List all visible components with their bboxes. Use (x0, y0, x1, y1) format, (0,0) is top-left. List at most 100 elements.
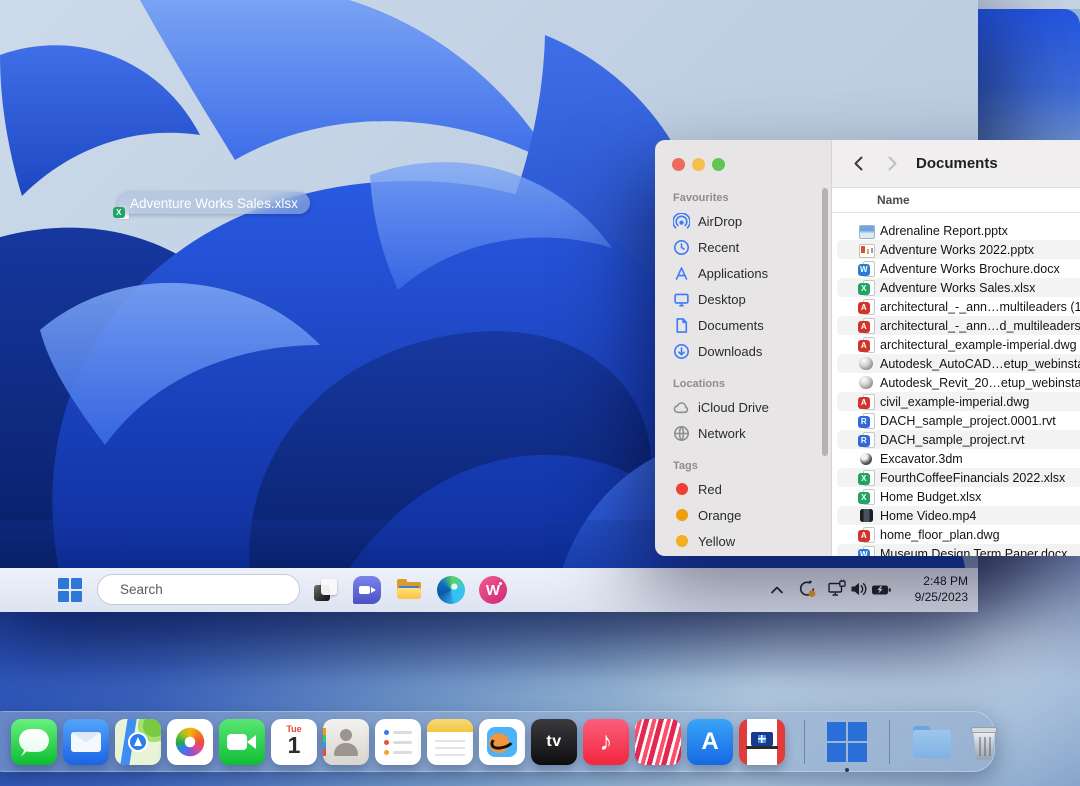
file-row[interactable]: WAdventure Works Brochure.docx (832, 259, 1080, 278)
file-row[interactable]: Aarchitectural_-_ann…d_multileaders (832, 316, 1080, 335)
file-row[interactable]: X FourthCoffeeFinancials 2022.xlsx (832, 468, 1080, 487)
file-row[interactable]: WMuseum Design Term Paper.docx (832, 544, 1080, 556)
file-explorer-button[interactable] (395, 576, 423, 604)
file-row[interactable]: Acivil_example-imperial.dwg (832, 392, 1080, 411)
finder-content: Documents Name Adrenaline Report.pptxAdv… (831, 140, 1080, 556)
sidebar-scrollbar[interactable] (822, 188, 828, 456)
sidebar-item-airdrop[interactable]: AirDrop (655, 208, 831, 234)
sidebar-section-tags: Tags (655, 460, 831, 472)
tray-network-icon[interactable] (827, 579, 847, 604)
dock-item-parallels-desktop[interactable] (739, 719, 785, 765)
back-button[interactable] (850, 154, 870, 174)
search-input[interactable] (118, 581, 299, 598)
dwg-file-icon: A (858, 394, 874, 410)
file-name: DACH_sample_project.rvt (880, 433, 1025, 447)
sidebar-item-applications[interactable]: Applications (655, 260, 831, 286)
maps-icon-part (128, 732, 148, 752)
docx-file-icon: W (858, 261, 874, 277)
sidebar-item-orange[interactable]: Orange (655, 502, 831, 528)
dock-item-notes[interactable] (427, 719, 473, 765)
sidebar-section-favourites: Favourites (655, 192, 831, 204)
start-button[interactable] (58, 578, 82, 602)
dock-item-facetime[interactable] (219, 719, 265, 765)
column-header-name[interactable]: Name (832, 188, 1080, 213)
file-row[interactable]: Excavator.3dm (832, 449, 1080, 468)
zoom-button[interactable] (712, 158, 725, 171)
icloud-icon (673, 399, 690, 416)
file-name: civil_example-imperial.dwg (880, 395, 1029, 409)
sidebar-item-desktop[interactable]: Desktop (655, 286, 831, 312)
dock-item-apple-tv[interactable]: tv (531, 719, 577, 765)
file-name: FourthCoffeeFinancials 2022.xlsx (880, 471, 1065, 485)
tray-battery-icon[interactable] (871, 580, 893, 605)
file-row[interactable]: RDACH_sample_project.rvt (832, 430, 1080, 449)
sidebar-item-recent[interactable]: Recent (655, 234, 831, 260)
file-row[interactable]: Autodesk_Revit_20…etup_webinsta (832, 373, 1080, 392)
file-name: Excavator.3dm (880, 452, 963, 466)
dock-item-music[interactable]: ♪ (583, 719, 629, 765)
edge-browser-button[interactable] (437, 576, 465, 604)
tray-volume-icon[interactable] (849, 579, 869, 604)
dock-item-trash[interactable] (961, 719, 1007, 765)
dock-item-calendar[interactable]: Tue1 (271, 719, 317, 765)
tray-hidden-icons-chevron[interactable] (767, 580, 787, 605)
file-row[interactable]: XHome Budget.xlsx (832, 487, 1080, 506)
w-app-icon: W (479, 576, 507, 604)
file-row[interactable]: Adventure Works 2022.pptx (832, 240, 1080, 259)
close-button[interactable] (672, 158, 685, 171)
dock-item-photos[interactable] (167, 719, 213, 765)
taskbar-search-box[interactable] (97, 574, 300, 605)
xlsx-file-icon: X (858, 470, 874, 486)
dwg-file-icon: A (858, 337, 874, 353)
calendar-day: 1 (271, 732, 317, 759)
dragged-file[interactable]: X Adventure Works Sales.xlsx (113, 192, 310, 214)
sidebar-item-yellow[interactable]: Yellow (655, 528, 831, 554)
tag-orange-icon (676, 509, 688, 521)
sidebar-item-label: Yellow (698, 534, 735, 549)
clock-date: 9/25/2023 (894, 590, 968, 606)
tray-sync-icon[interactable] (797, 579, 817, 604)
file-row[interactable]: Aarchitectural_example-imperial.dwg (832, 335, 1080, 354)
dock-item-windows-11[interactable] (824, 719, 870, 765)
dock-item-maps[interactable] (115, 719, 161, 765)
dock-item-downloads-folder[interactable] (909, 719, 955, 765)
messages-icon-part (19, 729, 49, 752)
sidebar-item-red[interactable]: Red (655, 476, 831, 502)
forward-button[interactable] (882, 154, 902, 174)
file-name: DACH_sample_project.0001.rvt (880, 414, 1056, 428)
dock-item-news[interactable] (635, 719, 681, 765)
minimize-button[interactable] (692, 158, 705, 171)
dock-item-mail[interactable] (63, 719, 109, 765)
sidebar-item-label: Documents (698, 318, 764, 333)
file-name: Autodesk_AutoCAD…etup_webinsta (880, 357, 1080, 371)
taskbar-clock[interactable]: 2:48 PM 9/25/2023 (894, 574, 968, 605)
file-row[interactable]: Aarchitectural_-_ann…multileaders (1) (832, 297, 1080, 316)
downloads-icon (673, 343, 690, 360)
w-app-button[interactable]: W (479, 576, 507, 604)
dock-item-app-store[interactable]: A (687, 719, 733, 765)
teams-chat-button[interactable] (353, 576, 381, 604)
dwg-file-icon: A (858, 299, 874, 315)
task-view-button[interactable] (311, 576, 339, 604)
file-row[interactable]: Adrenaline Report.pptx (832, 221, 1080, 240)
file-row[interactable]: Home Video.mp4 (832, 506, 1080, 525)
music-glyph: ♪ (583, 719, 629, 765)
facetime-icon-part (247, 735, 256, 749)
file-row[interactable]: RDACH_sample_project.0001.rvt (832, 411, 1080, 430)
dock-item-contacts[interactable] (323, 719, 369, 765)
file-row[interactable]: XAdventure Works Sales.xlsx (832, 278, 1080, 297)
dock-item-freeform[interactable] (479, 719, 525, 765)
dock-item-messages[interactable] (11, 719, 57, 765)
sidebar-item-documents[interactable]: Documents (655, 312, 831, 338)
file-row[interactable]: Ahome_floor_plan.dwg (832, 525, 1080, 544)
sidebar-item-network[interactable]: Network (655, 420, 831, 446)
file-name: architectural_example-imperial.dwg (880, 338, 1077, 352)
sidebar-item-downloads[interactable]: Downloads (655, 338, 831, 364)
dock-item-reminders[interactable] (375, 719, 421, 765)
sidebar-item-icloud-drive[interactable]: iCloud Drive (655, 394, 831, 420)
file-row[interactable]: Autodesk_AutoCAD…etup_webinsta (832, 354, 1080, 373)
mp4-file-icon (858, 508, 874, 524)
dwg-file-icon: A (858, 527, 874, 543)
file-list: Adrenaline Report.pptxAdventure Works 20… (832, 213, 1080, 556)
file-name: Museum Design Term Paper.docx (880, 547, 1067, 557)
